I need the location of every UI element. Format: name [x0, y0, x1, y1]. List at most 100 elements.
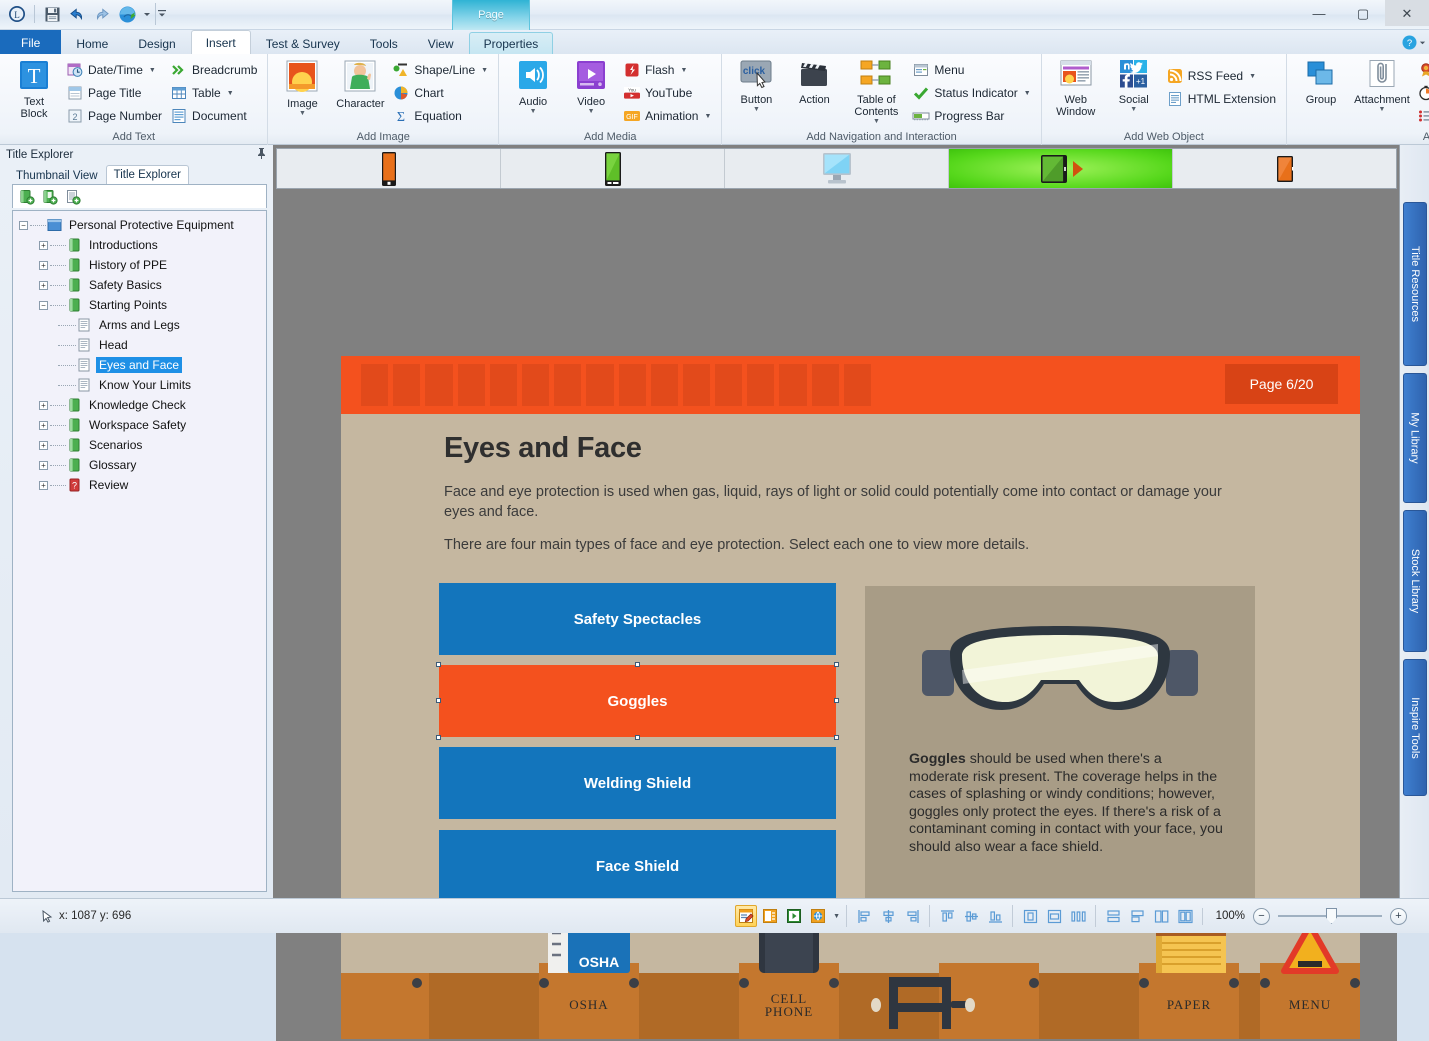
tab-design[interactable]: Design [123, 32, 190, 54]
tab-view[interactable]: View [413, 32, 469, 54]
align-bottom-button[interactable] [984, 905, 1006, 927]
selection-handle[interactable] [834, 698, 839, 703]
preview-view-button[interactable] [759, 905, 781, 927]
qat-dropdown-icon[interactable] [141, 3, 152, 25]
date-time-button[interactable]: Date/Time ▼ [64, 59, 166, 81]
tab-inspire-tools[interactable]: Inspire Tools [1403, 659, 1427, 796]
device-phone-portrait-large[interactable] [501, 149, 725, 188]
chart-button[interactable]: Chart [390, 82, 492, 104]
expander-icon[interactable]: + [39, 261, 48, 270]
rss-feed-button[interactable]: RSS Feed ▼ [1164, 65, 1280, 87]
option-goggles[interactable]: Goggles [439, 665, 836, 737]
align-right-button[interactable] [901, 905, 923, 927]
tree-item-know-your-limits[interactable]: Know Your Limits [17, 375, 266, 395]
maximize-button[interactable]: ▢ [1341, 0, 1385, 26]
tab-title-explorer[interactable]: Title Explorer [106, 165, 189, 184]
page-number-button[interactable]: 2 Page Number [64, 105, 166, 127]
video-button[interactable]: Video ▼ [563, 57, 619, 115]
action-button[interactable]: Action [786, 57, 842, 106]
add-chapter-icon[interactable] [17, 186, 37, 208]
chevron-down-icon[interactable]: ▼ [753, 107, 760, 113]
help-button[interactable]: ? [1399, 30, 1429, 54]
selection-handle[interactable] [635, 735, 640, 740]
pin-icon[interactable] [256, 147, 267, 162]
tab-insert[interactable]: Insert [191, 30, 251, 54]
group-size-button[interactable] [1174, 905, 1196, 927]
device-tablet-landscape[interactable] [949, 149, 1173, 188]
button-button[interactable]: click Button ▼ [728, 57, 784, 113]
page-title-button[interactable]: Page Title [64, 82, 166, 104]
align-left-button[interactable] [853, 905, 875, 927]
publish-view-button[interactable] [807, 905, 829, 927]
chevron-down-icon[interactable]: ▼ [873, 119, 880, 125]
certificate-button[interactable]: Certificate [1415, 59, 1429, 81]
selection-handle[interactable] [436, 662, 441, 667]
social-button[interactable]: +1 Social ▼ [1106, 57, 1162, 113]
expander-icon[interactable]: − [19, 221, 28, 230]
undo-icon[interactable] [66, 3, 88, 25]
device-tablet-portrait[interactable] [1173, 149, 1396, 188]
expander-icon[interactable]: + [39, 441, 48, 450]
tab-title-resources[interactable]: Title Resources [1403, 202, 1427, 366]
tree-item-safety-basics[interactable]: + Safety Basics [17, 275, 266, 295]
expander-icon[interactable]: − [39, 301, 48, 310]
chevron-down-icon[interactable]: ▼ [680, 67, 687, 74]
character-button[interactable]: Character [332, 57, 388, 110]
youtube-button[interactable]: You YouTube [621, 82, 715, 104]
table-button[interactable]: Table ▼ [168, 82, 261, 104]
zoom-slider-thumb[interactable] [1326, 908, 1337, 924]
audio-button[interactable]: Audio ▼ [505, 57, 561, 115]
expander-icon[interactable]: + [39, 401, 48, 410]
selection-handle[interactable] [436, 735, 441, 740]
text-block-button[interactable]: T Text Block [6, 57, 62, 120]
title-explorer-tree[interactable]: − Personal Protective Equipment + Introd… [12, 210, 267, 892]
view-dropdown-icon[interactable]: ▼ [833, 913, 840, 920]
selection-handle[interactable] [834, 735, 839, 740]
tree-item-review[interactable]: + ? Review [17, 475, 266, 495]
center-in-page-button[interactable] [1019, 905, 1041, 927]
image-button[interactable]: Image ▼ [274, 57, 330, 117]
progress-bar-button[interactable]: Progress Bar [910, 105, 1034, 127]
attachment-button[interactable]: Attachment ▼ [1351, 57, 1413, 113]
document-button[interactable]: Document [168, 105, 261, 127]
minimize-button[interactable]: — [1297, 0, 1341, 26]
shape-line-button[interactable]: Shape/Line ▼ [390, 59, 492, 81]
distribute-horizontal-button[interactable] [1067, 905, 1089, 927]
align-center-horizontal-button[interactable] [877, 905, 899, 927]
expander-icon[interactable]: + [39, 481, 48, 490]
tab-properties[interactable]: Properties [469, 32, 554, 54]
option-safety-spectacles[interactable]: Safety Spectacles [439, 583, 836, 655]
flash-button[interactable]: Flash ▼ [621, 59, 715, 81]
zoom-out-button[interactable]: − [1253, 908, 1270, 925]
web-window-button[interactable]: Web Window [1048, 57, 1104, 118]
tree-item-introductions[interactable]: + Introductions [17, 235, 266, 255]
tab-tools[interactable]: Tools [355, 32, 413, 54]
selection-handle[interactable] [436, 698, 441, 703]
tree-item-title[interactable]: − Personal Protective Equipment [17, 215, 266, 235]
breadcrumb-button[interactable]: Breadcrumb [168, 59, 261, 81]
publish-icon[interactable] [116, 3, 138, 25]
group-button[interactable]: Group [1293, 57, 1349, 106]
zoom-slider-track[interactable] [1278, 915, 1382, 917]
tree-item-workspace-safety[interactable]: + Workspace Safety [17, 415, 266, 435]
chevron-down-icon[interactable]: ▼ [149, 67, 156, 74]
align-top-button[interactable] [936, 905, 958, 927]
option-face-shield[interactable]: Face Shield [439, 830, 836, 902]
same-size-button[interactable] [1150, 905, 1172, 927]
tree-item-arms-and-legs[interactable]: Arms and Legs [17, 315, 266, 335]
tree-item-head[interactable]: Head [17, 335, 266, 355]
chevron-down-icon[interactable]: ▼ [1130, 107, 1137, 113]
same-height-button[interactable] [1126, 905, 1148, 927]
close-button[interactable]: ✕ [1385, 0, 1429, 26]
tree-item-knowledge-check[interactable]: + Knowledge Check [17, 395, 266, 415]
menu-button[interactable]: Menu [910, 59, 1034, 81]
device-phone-portrait-small[interactable] [277, 149, 501, 188]
chevron-down-icon[interactable]: ▼ [530, 109, 537, 115]
tab-file[interactable]: File [0, 30, 61, 54]
tab-home[interactable]: Home [61, 32, 123, 54]
tab-thumbnail-view[interactable]: Thumbnail View [8, 167, 106, 184]
tree-item-starting-points[interactable]: − Starting Points [17, 295, 266, 315]
zoom-in-button[interactable]: + [1390, 908, 1407, 925]
add-section-icon[interactable] [40, 186, 60, 208]
chevron-down-icon[interactable]: ▼ [1379, 107, 1386, 113]
